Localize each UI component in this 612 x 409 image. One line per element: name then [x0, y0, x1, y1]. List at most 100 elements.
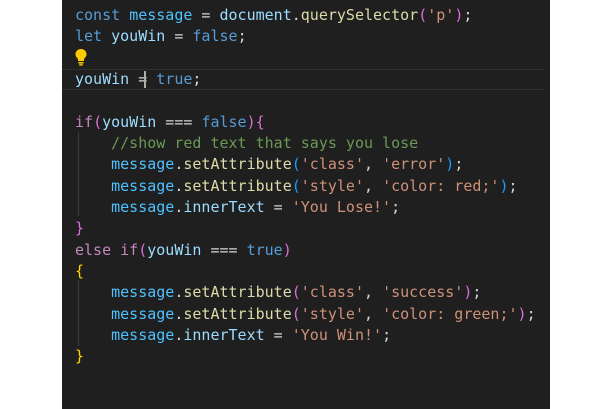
code-token: youWin	[102, 113, 157, 131]
code-token: setAttribute	[183, 305, 292, 323]
code-line-6[interactable]: if(youWin === false){	[75, 112, 265, 133]
code-token: (	[138, 241, 148, 259]
lightbulb-icon[interactable]	[74, 48, 88, 66]
code-token: //show red text that says you lose	[75, 134, 419, 152]
code-line-8[interactable]: message.setAttribute('class', 'error');	[75, 154, 463, 175]
code-token: (	[291, 305, 301, 323]
code-token: .	[291, 6, 301, 24]
code-token: ,	[364, 283, 383, 301]
code-token: )	[246, 113, 256, 131]
code-line-1[interactable]: const message = document.querySelector('…	[75, 5, 472, 26]
code-token: message	[111, 198, 175, 216]
code-token: 'You Lose!'	[291, 198, 392, 216]
code-token: ,	[364, 155, 383, 173]
code-token: }	[75, 347, 85, 365]
code-token: setAttribute	[183, 177, 292, 195]
code-token: let	[75, 27, 103, 45]
code-token: 'style'	[300, 305, 364, 323]
code-token: else	[75, 241, 112, 259]
code-token: (	[418, 6, 428, 24]
code-token: )	[517, 305, 527, 323]
code-token: ;	[526, 305, 536, 323]
code-line-15[interactable]: message.setAttribute('style', 'color: gr…	[75, 304, 536, 325]
code-token: 'style'	[300, 177, 364, 195]
code-token: {	[255, 113, 265, 131]
code-token: (	[291, 177, 301, 195]
code-token: 'success'	[382, 283, 464, 301]
code-token: 'class'	[300, 155, 364, 173]
code-token: 'You Win!'	[291, 326, 383, 344]
code-token: {	[75, 262, 85, 280]
code-editor[interactable]: const message = document.querySelector('…	[62, 0, 550, 409]
code-line-17[interactable]: }	[75, 346, 84, 367]
text-cursor	[144, 71, 146, 88]
code-token: }	[75, 219, 85, 237]
code-token: setAttribute	[183, 155, 292, 173]
code-token: setAttribute	[183, 283, 292, 301]
code-token: youWin	[147, 241, 202, 259]
code-token: message	[129, 6, 193, 24]
code-token: =	[129, 70, 157, 88]
code-token: (	[291, 283, 301, 301]
code-line-14[interactable]: message.setAttribute('class', 'success')…	[75, 282, 481, 303]
code-token: youWin	[75, 70, 130, 88]
code-token: )	[454, 6, 464, 24]
code-line-12[interactable]: else if(youWin === true)	[75, 240, 292, 261]
code-token: 'class'	[300, 283, 364, 301]
code-token: =	[264, 326, 292, 344]
code-token: 'error'	[382, 155, 446, 173]
code-line-11[interactable]: }	[75, 218, 84, 239]
code-token: if	[120, 241, 139, 259]
code-line-4[interactable]: youWin = true;	[75, 69, 201, 90]
code-token: ;	[391, 198, 401, 216]
code-token: innerText	[183, 198, 265, 216]
code-token: =	[165, 27, 193, 45]
code-line-13[interactable]: {	[75, 261, 84, 282]
code-token: message	[111, 283, 175, 301]
code-token: ;	[192, 70, 202, 88]
code-token: ;	[454, 155, 464, 173]
code-token: message	[111, 177, 175, 195]
code-line-7[interactable]: //show red text that says you lose	[75, 133, 418, 154]
code-token: ;	[463, 6, 473, 24]
code-token: (	[291, 155, 301, 173]
code-token: ;	[237, 27, 247, 45]
code-token: 'color: red;'	[382, 177, 500, 195]
code-line-9[interactable]: message.setAttribute('style', 'color: re…	[75, 176, 518, 197]
code-token: message	[111, 305, 175, 323]
code-token: )	[499, 177, 509, 195]
code-token: querySelector	[300, 6, 419, 24]
code-token: youWin	[111, 27, 166, 45]
code-token: ;	[382, 326, 392, 344]
code-line-2[interactable]: let youWin = false;	[75, 26, 247, 47]
code-token: false	[201, 113, 247, 131]
code-token: ===	[156, 113, 202, 131]
code-token: message	[111, 326, 175, 344]
code-token: =	[192, 6, 220, 24]
code-line-10[interactable]: message.innerText = 'You Lose!';	[75, 197, 400, 218]
code-token: ,	[364, 305, 383, 323]
code-token: ,	[364, 177, 383, 195]
code-token: ===	[201, 241, 247, 259]
code-token: message	[111, 155, 175, 173]
code-token: if	[75, 113, 94, 131]
code-token: innerText	[183, 326, 265, 344]
code-token: const	[75, 6, 121, 24]
code-token: document	[219, 6, 292, 24]
code-token: ;	[508, 177, 518, 195]
code-line-16[interactable]: message.innerText = 'You Win!';	[75, 325, 391, 346]
code-token: )	[282, 241, 292, 259]
code-token: 'color: green;'	[382, 305, 518, 323]
code-token: true	[246, 241, 283, 259]
code-token: )	[445, 155, 455, 173]
code-token: (	[93, 113, 103, 131]
code-token: ;	[472, 283, 482, 301]
